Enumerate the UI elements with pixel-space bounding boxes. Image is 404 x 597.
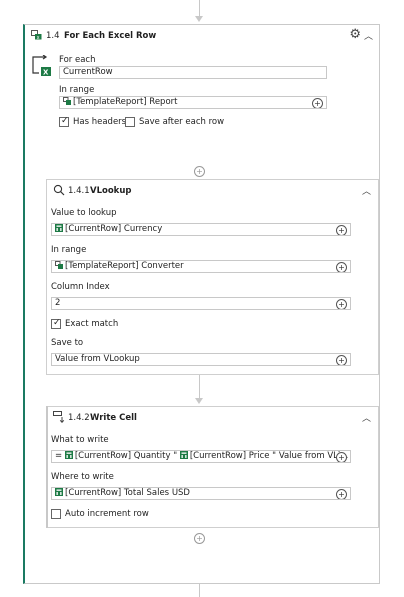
excel-range-icon — [55, 261, 63, 269]
value-to-lookup-label: Value to lookup — [51, 208, 117, 218]
add-icon[interactable]: + — [336, 262, 347, 272]
for-each-label: For each — [59, 55, 96, 65]
column-index-label: Column Index — [51, 282, 110, 292]
gear-icon[interactable]: ⚙ — [349, 27, 361, 42]
in-range-field[interactable]: [TemplateReport] Report + — [59, 96, 327, 109]
vlookup-range-value: [TemplateReport] Converter — [65, 261, 184, 271]
vlookup-range-field[interactable]: [TemplateReport] Converter + — [51, 260, 351, 273]
add-icon[interactable]: + — [336, 452, 347, 462]
value-to-lookup-value: [CurrentRow] Currency — [65, 224, 163, 234]
for-each-row-icon: x — [31, 30, 42, 40]
save-after-each-row-checkbox[interactable] — [125, 117, 135, 127]
has-headers-label: Has headers — [73, 117, 127, 127]
row-field-icon — [55, 224, 63, 232]
price-token: [CurrentRow] Price " — [189, 451, 277, 461]
where-to-write-field[interactable]: [CurrentRow] Total Sales USD + — [51, 487, 351, 500]
search-icon — [53, 184, 65, 196]
chevron-up-icon[interactable]: ︿ — [362, 411, 371, 424]
in-range-value: [TemplateReport] Report — [73, 97, 178, 107]
write-cell-header[interactable]: 1.4.2 Write Cell ︿ — [47, 407, 378, 427]
in-range-label: In range — [59, 85, 95, 95]
for-each-excel-row-activity[interactable]: x 1.4 For Each Excel Row ⚙ ︿ X For each … — [23, 24, 380, 584]
write-cell-title: Write Cell — [90, 413, 137, 423]
vlookup-title: VLookup — [90, 186, 132, 196]
write-cell-icon — [53, 411, 65, 423]
card-connector-line — [199, 375, 200, 399]
bottom-connector-line — [199, 583, 200, 597]
write-cell-number: 1.4.2 — [68, 413, 90, 423]
card-connector-arrow — [195, 398, 203, 404]
for-each-variable-value: CurrentRow — [63, 67, 113, 77]
exact-match-checkbox[interactable] — [51, 318, 61, 329]
chevron-up-icon[interactable]: ︿ — [364, 29, 373, 42]
for-each-variable-field[interactable]: CurrentRow — [59, 66, 327, 79]
save-to-label: Save to — [51, 338, 84, 348]
vlookup-activity[interactable]: 1.4.1 VLookup ︿ Value to lookup [Current… — [46, 179, 379, 375]
top-connector-arrow — [195, 16, 203, 22]
in-range-label: In range — [51, 245, 87, 255]
exact-match-label: Exact match — [65, 319, 119, 329]
column-index-value: 2 — [55, 298, 61, 308]
add-icon[interactable]: + — [336, 225, 347, 235]
svg-text:X: X — [43, 69, 49, 77]
auto-increment-row-checkbox[interactable] — [51, 509, 61, 519]
chevron-up-icon[interactable]: ︿ — [362, 184, 371, 197]
activity-number: 1.4 — [46, 31, 60, 41]
save-after-each-row-label: Save after each row — [139, 117, 225, 127]
add-icon[interactable]: + — [336, 299, 347, 309]
what-to-write-label: What to write — [51, 435, 109, 445]
vlookup-number: 1.4.1 — [68, 186, 90, 196]
top-connector-line — [199, 0, 200, 16]
activity-title: For Each Excel Row — [64, 31, 157, 41]
value-to-lookup-field[interactable]: [CurrentRow] Currency + — [51, 223, 351, 236]
equals-sign: = — [55, 451, 63, 461]
loop-icon: X — [32, 55, 51, 77]
add-activity-icon[interactable]: + — [194, 166, 205, 177]
activity-header[interactable]: x 1.4 For Each Excel Row ⚙ ︿ — [25, 25, 379, 47]
where-to-write-value: [CurrentRow] Total Sales USD — [65, 488, 190, 498]
save-to-field[interactable]: Value from VLookup + — [51, 353, 351, 366]
what-to-write-field[interactable]: = [CurrentRow] Quantity " [CurrentRow] P… — [51, 450, 351, 463]
row-field-icon — [55, 488, 63, 496]
save-to-value: Value from VLookup — [55, 354, 140, 364]
where-to-write-label: Where to write — [51, 472, 114, 482]
add-icon[interactable]: + — [336, 489, 347, 499]
write-cell-activity[interactable]: 1.4.2 Write Cell ︿ What to write = [Curr… — [46, 406, 379, 528]
has-headers-checkbox[interactable] — [59, 116, 69, 127]
row-field-icon — [179, 451, 188, 459]
add-icon[interactable]: + — [336, 355, 347, 365]
svg-text:x: x — [37, 35, 40, 40]
auto-increment-row-label: Auto increment row — [65, 509, 149, 519]
vlookup-header[interactable]: 1.4.1 VLookup ︿ — [47, 180, 378, 200]
add-icon[interactable]: + — [312, 98, 323, 108]
excel-range-icon — [63, 97, 71, 105]
quantity-token: [CurrentRow] Quantity " — [74, 451, 178, 461]
row-field-icon — [64, 451, 73, 459]
add-activity-icon[interactable]: + — [194, 533, 205, 544]
column-index-field[interactable]: 2 + — [51, 297, 351, 310]
